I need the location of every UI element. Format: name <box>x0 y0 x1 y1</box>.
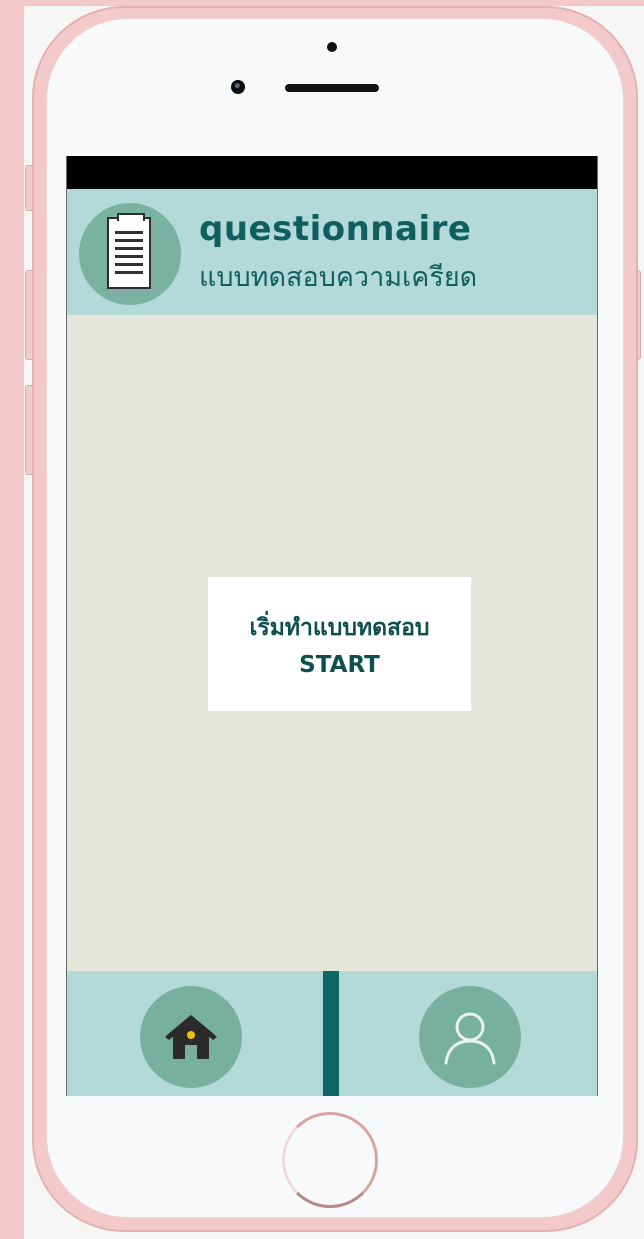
front-camera <box>231 80 245 94</box>
phone-home-button[interactable] <box>282 1112 378 1208</box>
start-button[interactable]: เริ่มทำแบบทดสอบ START <box>208 577 471 711</box>
nav-profile-button[interactable] <box>419 986 521 1088</box>
user-icon <box>444 1012 496 1065</box>
home-icon <box>165 1015 217 1059</box>
start-button-label-en: START <box>299 652 380 678</box>
status-bar <box>67 156 597 189</box>
page-title: questionnaire <box>199 209 472 249</box>
app-header: questionnaire แบบทดสอบความเครียด <box>67 189 597 315</box>
document-icon <box>107 213 151 289</box>
page-subtitle: แบบทดสอบความเครียด <box>199 262 478 293</box>
proximity-sensor <box>327 42 337 52</box>
bottom-nav <box>67 971 597 1096</box>
background-strip <box>0 0 24 1239</box>
header-icon-circle <box>79 203 181 305</box>
nav-home-button[interactable] <box>140 986 242 1088</box>
app-screen: questionnaire แบบทดสอบความเครียด เริ่มทำ… <box>66 156 598 1096</box>
earpiece-speaker <box>285 84 379 92</box>
start-button-label-th: เริ่มทำแบบทดสอบ <box>249 615 430 641</box>
nav-divider <box>323 971 339 1096</box>
